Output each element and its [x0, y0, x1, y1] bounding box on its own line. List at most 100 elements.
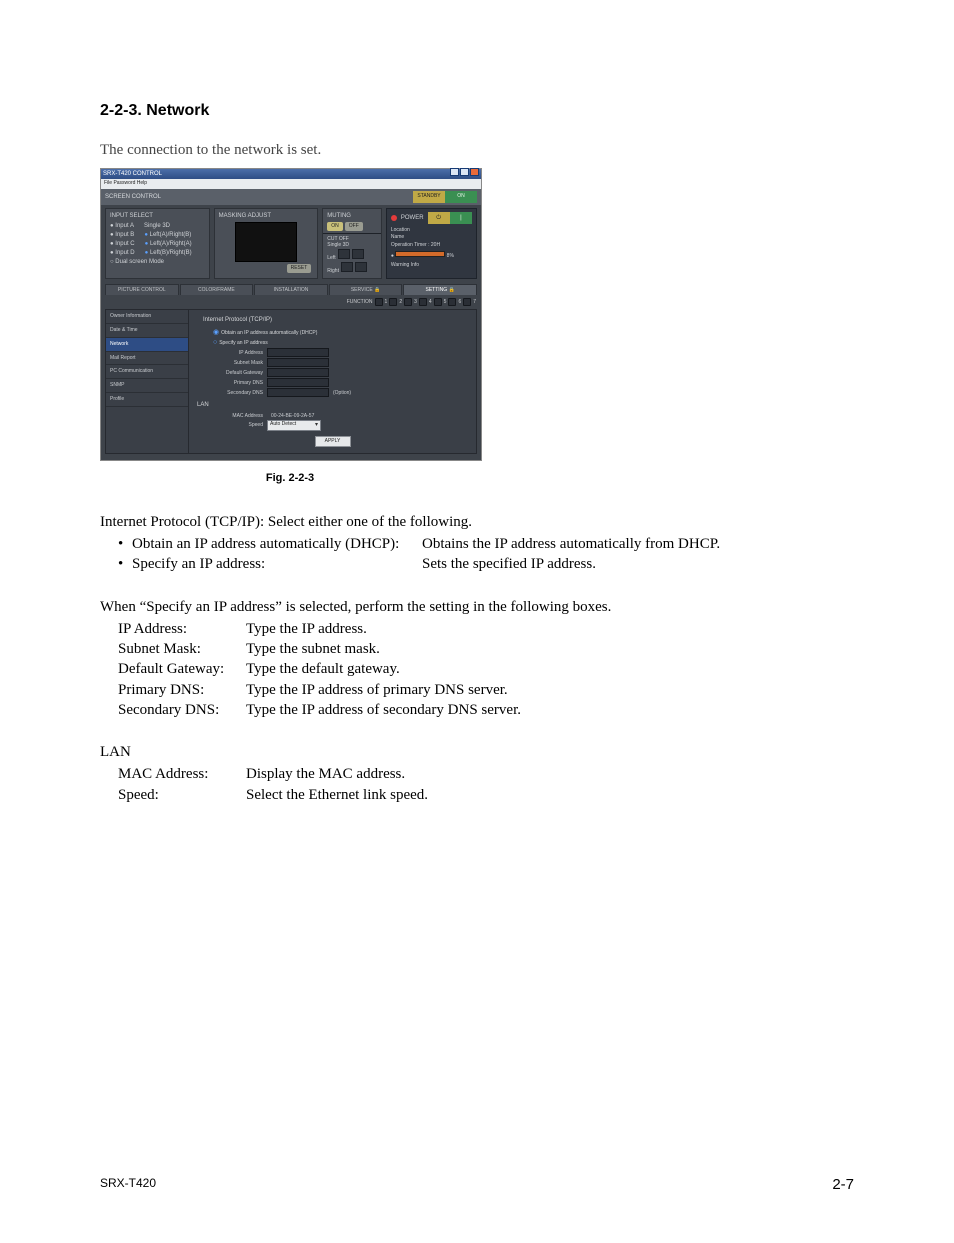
bullet-dhcp: • Obtain an IP address automatically (DH…: [118, 534, 854, 554]
on-icon: |: [450, 212, 472, 224]
side-snmp[interactable]: SNMP: [106, 379, 188, 393]
lock-icon: 🔒: [374, 287, 380, 293]
muting-off-button[interactable]: OFF: [345, 222, 363, 231]
op-timer-value: 20H: [431, 242, 440, 248]
side-owner-info[interactable]: Owner Information: [106, 310, 188, 324]
masking-preview: [235, 222, 297, 262]
speed-select[interactable]: Auto Detect: [267, 420, 321, 431]
side-network[interactable]: Network: [106, 338, 188, 352]
row-label: Speed:: [118, 785, 246, 805]
row-desc: Select the Ethernet link speed.: [246, 785, 854, 805]
ip-address-label: IP Address: [207, 350, 263, 357]
speed-label: Speed: [207, 422, 263, 429]
function-3[interactable]: [404, 298, 412, 306]
ip-address-input[interactable]: [267, 348, 329, 357]
secondary-dns-note: (Option): [333, 390, 351, 397]
input-d[interactable]: Input D Left(B)/Right(B): [110, 249, 205, 257]
row-speed: Speed:Select the Ethernet link speed.: [118, 785, 854, 805]
cutoff-label: CUT OFF: [327, 236, 377, 243]
muting-on-button[interactable]: ON: [327, 222, 343, 231]
function-label: FUNCTION: [347, 299, 373, 306]
network-settings-pane: Internet Protocol (TCP/IP) Obtain an IP …: [189, 309, 477, 454]
power-on-toggle[interactable]: ON: [445, 191, 477, 203]
radio-specify[interactable]: Specify an IP address: [213, 338, 468, 347]
location-value: Name: [391, 234, 404, 240]
row-ip-address: IP Address:Type the IP address.: [118, 619, 854, 639]
bullet-icon: •: [118, 554, 132, 574]
standby-toggle[interactable]: STANDBY: [413, 191, 445, 203]
row-mac-address: MAC Address:Display the MAC address.: [118, 764, 854, 784]
secondary-dns-label: Secondary DNS: [207, 390, 263, 397]
tab-picture-control[interactable]: PICTURE CONTROL: [105, 284, 179, 296]
row-desc: Type the subnet mask.: [246, 639, 854, 659]
progress-pct: 8%: [447, 253, 454, 259]
input-a[interactable]: Input A Single 3D: [110, 222, 205, 230]
function-7[interactable]: [463, 298, 471, 306]
input-c[interactable]: Input C Left(A)/Right(A): [110, 240, 205, 248]
side-mail-report[interactable]: Mail Report: [106, 352, 188, 366]
input-b[interactable]: Input B Left(A)/Right(B): [110, 231, 205, 239]
bullet-dhcp-label: Obtain an IP address automatically (DHCP…: [132, 534, 422, 554]
side-pc-comm[interactable]: PC Communication: [106, 365, 188, 379]
ip-group-title: Internet Protocol (TCP/IP): [203, 316, 468, 324]
default-gateway-input[interactable]: [267, 368, 329, 377]
tab-color-frame[interactable]: COLOR/FRAME: [180, 284, 254, 296]
specify-intro: When “Specify an IP address” is selected…: [100, 597, 854, 617]
bullet-specify-label: Specify an IP address:: [132, 554, 422, 574]
left-dec[interactable]: [338, 249, 350, 259]
function-1[interactable]: [375, 298, 383, 306]
row-label: Secondary DNS:: [118, 700, 246, 720]
window-titlebar: SRX-T420 CONTROL: [101, 169, 481, 179]
tab-service[interactable]: SERVICE 🔒: [329, 284, 403, 296]
footer-page-number: 2-7: [832, 1175, 854, 1195]
row-desc: Type the IP address of secondary DNS ser…: [246, 700, 854, 720]
side-profile[interactable]: Profile: [106, 393, 188, 407]
app-window: SRX-T420 CONTROL File Password Help SCRE…: [100, 168, 482, 461]
masking-reset-button[interactable]: RESET: [287, 264, 312, 273]
row-label: Primary DNS:: [118, 680, 246, 700]
function-row: FUNCTION 1 2 3 4 5 6 7: [101, 295, 481, 309]
primary-dns-input[interactable]: [267, 378, 329, 387]
status-panel: POWER ⏻| LocationName Operation Timer : …: [386, 208, 477, 279]
subnet-mask-label: Subnet Mask: [207, 360, 263, 367]
left-inc[interactable]: [352, 249, 364, 259]
lead-text: The connection to the network is set.: [100, 140, 854, 160]
power-label: POWER: [401, 214, 424, 222]
function-4[interactable]: [419, 298, 427, 306]
location-label: Location: [391, 227, 410, 233]
row-default-gateway: Default Gateway:Type the default gateway…: [118, 659, 854, 679]
row-desc: Type the IP address.: [246, 619, 854, 639]
ip-intro: Internet Protocol (TCP/IP): Select eithe…: [100, 512, 854, 532]
function-2[interactable]: [389, 298, 397, 306]
subnet-mask-input[interactable]: [267, 358, 329, 367]
screen-control-banner: SCREEN CONTROL STANDBY ON: [101, 189, 481, 205]
row-secondary-dns: Secondary DNS:Type the IP address of sec…: [118, 700, 854, 720]
row-label: IP Address:: [118, 619, 246, 639]
mac-address-label: MAC Address: [207, 413, 263, 420]
masking-title: MASKING ADJUST: [219, 212, 314, 220]
row-desc: Display the MAC address.: [246, 764, 854, 784]
op-timer-label: Operation Timer: [391, 242, 427, 248]
lan-group-title: LAN: [197, 401, 468, 409]
lan-heading: LAN: [100, 742, 854, 762]
right-inc[interactable]: [355, 262, 367, 272]
tab-installation[interactable]: INSTALLATION: [254, 284, 328, 296]
row-primary-dns: Primary DNS:Type the IP address of prima…: [118, 680, 854, 700]
right-dec[interactable]: [341, 262, 353, 272]
standby-icon: ⏻: [428, 212, 450, 224]
dual-screen-mode[interactable]: ○ Dual screen Mode: [110, 258, 205, 266]
footer-model: SRX-T420: [100, 1175, 156, 1195]
tab-setting[interactable]: SETTING 🔒: [403, 284, 477, 296]
settings-side-menu: Owner Information Date & Time Network Ma…: [105, 309, 189, 454]
function-6[interactable]: [448, 298, 456, 306]
apply-button[interactable]: APPLY: [315, 436, 351, 447]
page-footer: SRX-T420 2-7: [100, 1175, 854, 1195]
screen-control-label: SCREEN CONTROL: [105, 193, 161, 201]
cutoff-left-label: Left: [327, 255, 335, 261]
side-date-time[interactable]: Date & Time: [106, 324, 188, 338]
primary-dns-label: Primary DNS: [207, 380, 263, 387]
radio-dhcp[interactable]: Obtain an IP address automatically (DHCP…: [213, 328, 468, 337]
cutoff-sub: Single 3D: [327, 242, 377, 249]
function-5[interactable]: [434, 298, 442, 306]
secondary-dns-input[interactable]: [267, 388, 329, 397]
